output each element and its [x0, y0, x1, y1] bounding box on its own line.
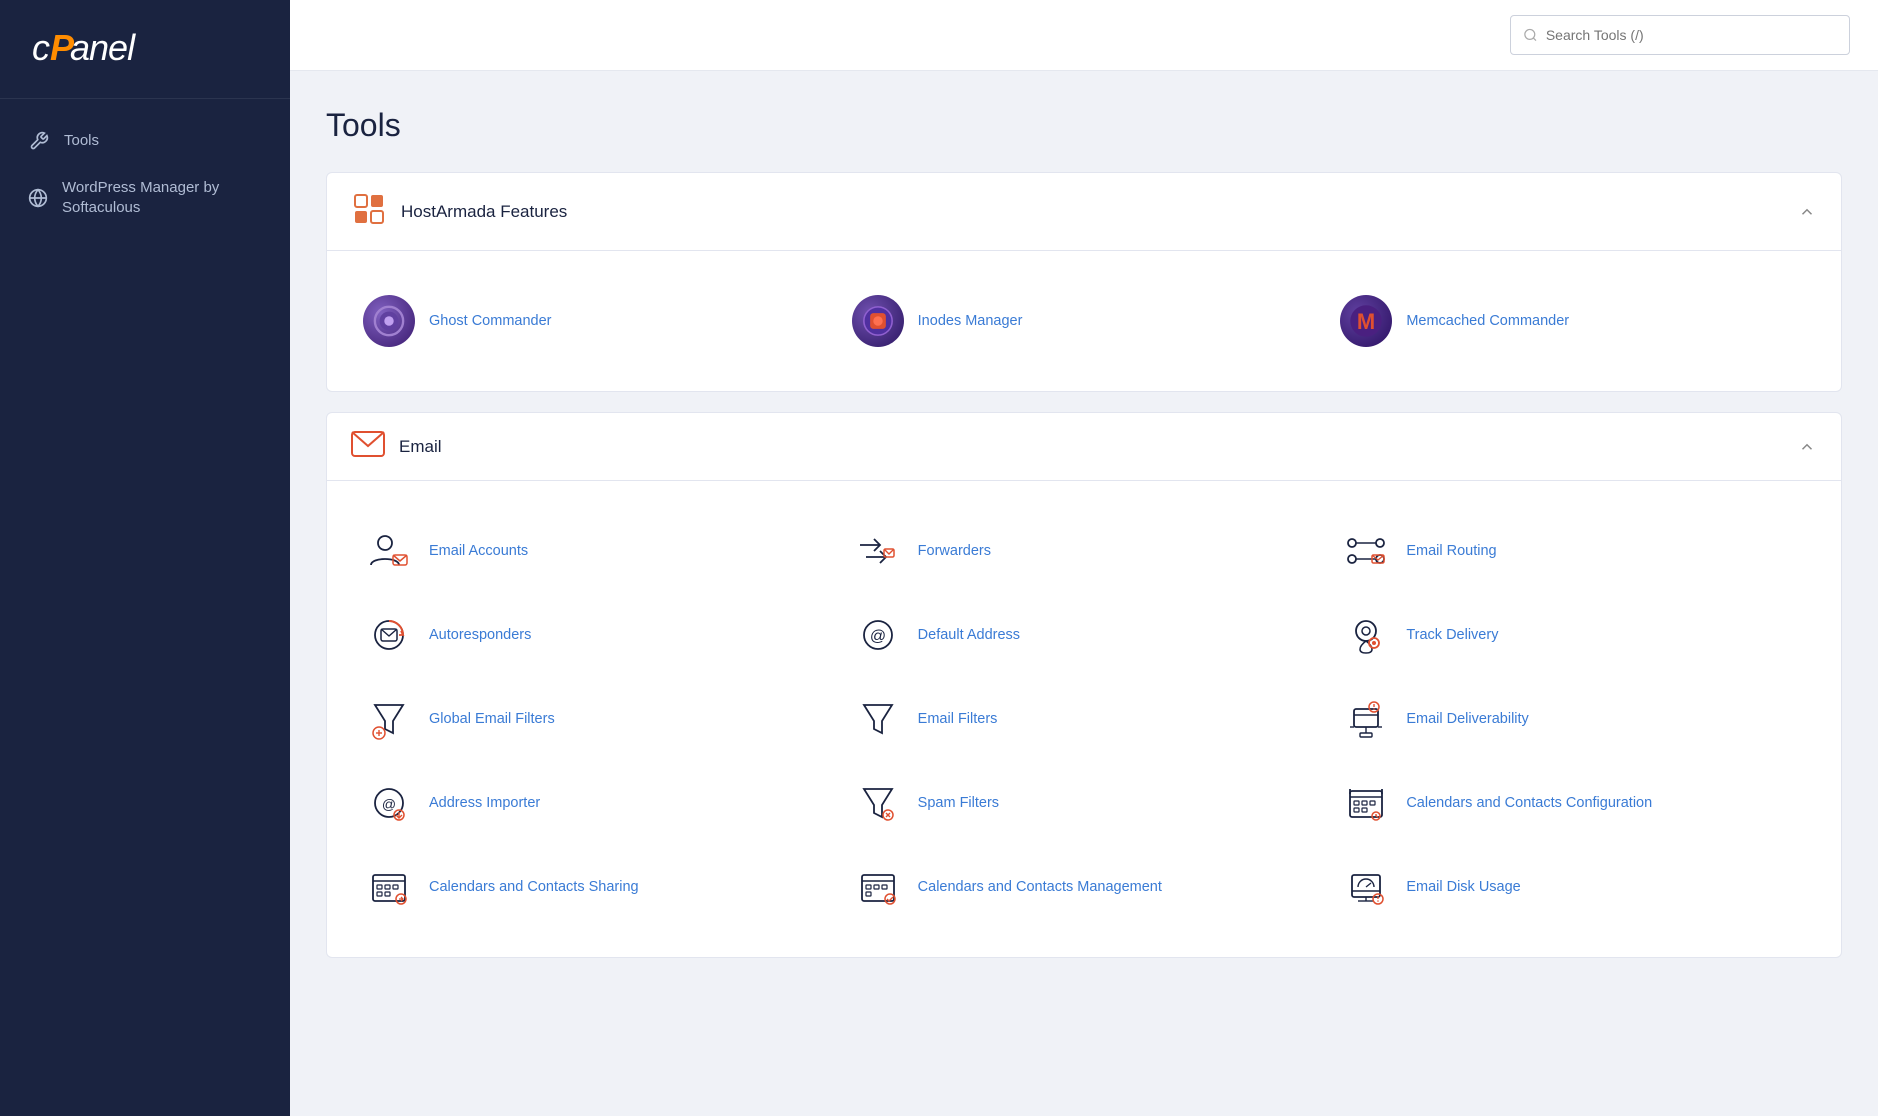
email-deliverability-label: Email Deliverability — [1406, 710, 1528, 729]
ghost-commander-icon — [363, 295, 415, 347]
email-disk-usage-label: Email Disk Usage — [1406, 878, 1520, 897]
tool-inodes-manager[interactable]: Inodes Manager — [840, 279, 1329, 363]
sidebar-item-tools[interactable]: Tools — [0, 117, 290, 165]
tool-track-delivery[interactable]: Track Delivery — [1328, 593, 1817, 677]
ghost-commander-label: Ghost Commander — [429, 312, 552, 331]
sidebar-nav: Tools WordPress Manager by Softaculous — [0, 99, 290, 248]
tool-email-accounts[interactable]: Email Accounts — [351, 509, 840, 593]
email-chevron — [1797, 437, 1817, 457]
spam-filters-label: Spam Filters — [918, 794, 999, 813]
tool-email-disk-usage[interactable]: Email Disk Usage — [1328, 845, 1817, 929]
global-email-filters-label: Global Email Filters — [429, 710, 555, 729]
tool-default-address[interactable]: @ Default Address — [840, 593, 1329, 677]
forwarders-label: Forwarders — [918, 542, 991, 561]
logo-area: c P anel — [0, 0, 290, 99]
wordpress-label: WordPress Manager by Softaculous — [62, 178, 262, 217]
address-importer-label: Address Importer — [429, 794, 540, 813]
hostarmada-icon — [351, 191, 387, 232]
email-routing-icon — [1340, 525, 1392, 577]
section-email-header[interactable]: Email — [327, 413, 1841, 481]
email-filters-icon — [852, 693, 904, 745]
tool-address-importer[interactable]: @ Address Importer — [351, 761, 840, 845]
tool-email-deliverability[interactable]: Email Deliverability — [1328, 677, 1817, 761]
address-importer-icon: @ — [363, 777, 415, 829]
email-disk-usage-icon — [1340, 861, 1392, 913]
tool-autoresponders[interactable]: Autoresponders — [351, 593, 840, 677]
inodes-manager-icon — [852, 295, 904, 347]
svg-text:@: @ — [382, 796, 396, 812]
email-section-icon — [351, 431, 385, 462]
memcached-commander-icon: M — [1340, 295, 1392, 347]
svg-text:@: @ — [870, 628, 886, 645]
inodes-manager-label: Inodes Manager — [918, 312, 1023, 331]
tools-label: Tools — [64, 131, 99, 151]
hostarmada-tools: Ghost Commander Inodes Manager — [327, 251, 1841, 391]
topbar — [290, 0, 1878, 71]
hostarmada-chevron — [1797, 202, 1817, 222]
svg-text:c: c — [32, 27, 50, 68]
calendars-contacts-sharing-icon — [363, 861, 415, 913]
email-routing-label: Email Routing — [1406, 542, 1496, 561]
sidebar-item-wordpress[interactable]: WordPress Manager by Softaculous — [0, 165, 290, 230]
email-accounts-label: Email Accounts — [429, 542, 528, 561]
main-area: Tools HostArmada Features — [290, 0, 1878, 1116]
sidebar: c P anel Tools WordPress Manager — [0, 0, 290, 1116]
hostarmada-title: HostArmada Features — [401, 202, 567, 222]
autoresponders-icon — [363, 609, 415, 661]
email-tools: Email Accounts Forwarders — [327, 481, 1841, 957]
tool-memcached-commander[interactable]: M Memcached Commander — [1328, 279, 1817, 363]
tool-ghost-commander[interactable]: Ghost Commander — [351, 279, 840, 363]
default-address-label: Default Address — [918, 626, 1020, 645]
email-title: Email — [399, 437, 442, 457]
calendars-contacts-configuration-icon — [1340, 777, 1392, 829]
search-input[interactable] — [1546, 27, 1837, 43]
email-accounts-icon — [363, 525, 415, 577]
section-email: Email — [326, 412, 1842, 958]
calendars-contacts-sharing-label: Calendars and Contacts Sharing — [429, 878, 639, 897]
email-deliverability-icon — [1340, 693, 1392, 745]
search-icon — [1523, 27, 1538, 43]
wordpress-icon — [28, 187, 48, 209]
global-email-filters-icon — [363, 693, 415, 745]
section-hostarmada-header[interactable]: HostArmada Features — [327, 173, 1841, 251]
calendars-contacts-management-label: Calendars and Contacts Management — [918, 878, 1162, 897]
calendars-contacts-management-icon — [852, 861, 904, 913]
tool-calendars-contacts-sharing[interactable]: Calendars and Contacts Sharing — [351, 845, 840, 929]
section-hostarmada: HostArmada Features — [326, 172, 1842, 392]
calendars-contacts-configuration-label: Calendars and Contacts Configuration — [1406, 794, 1652, 813]
default-address-icon: @ — [852, 609, 904, 661]
forwarders-icon — [852, 525, 904, 577]
content-area: Tools HostArmada Features — [290, 71, 1878, 1116]
memcached-commander-label: Memcached Commander — [1406, 312, 1569, 331]
email-filters-label: Email Filters — [918, 710, 998, 729]
tool-calendars-contacts-management[interactable]: Calendars and Contacts Management — [840, 845, 1329, 929]
tools-icon — [28, 130, 50, 152]
track-delivery-icon — [1340, 609, 1392, 661]
cpanel-logo: c P anel — [28, 22, 262, 80]
track-delivery-label: Track Delivery — [1406, 626, 1498, 645]
section-email-header-left: Email — [351, 431, 442, 462]
tool-email-filters[interactable]: Email Filters — [840, 677, 1329, 761]
tool-spam-filters[interactable]: Spam Filters — [840, 761, 1329, 845]
svg-text:anel: anel — [70, 27, 136, 68]
tool-email-routing[interactable]: Email Routing — [1328, 509, 1817, 593]
tool-calendars-contacts-configuration[interactable]: Calendars and Contacts Configuration — [1328, 761, 1817, 845]
section-header-left: HostArmada Features — [351, 191, 567, 232]
autoresponders-label: Autoresponders — [429, 626, 531, 645]
tool-global-email-filters[interactable]: Global Email Filters — [351, 677, 840, 761]
search-box[interactable] — [1510, 15, 1850, 55]
page-title: Tools — [326, 107, 1842, 144]
svg-text:M: M — [1357, 309, 1375, 334]
spam-filters-icon — [852, 777, 904, 829]
tool-forwarders[interactable]: Forwarders — [840, 509, 1329, 593]
